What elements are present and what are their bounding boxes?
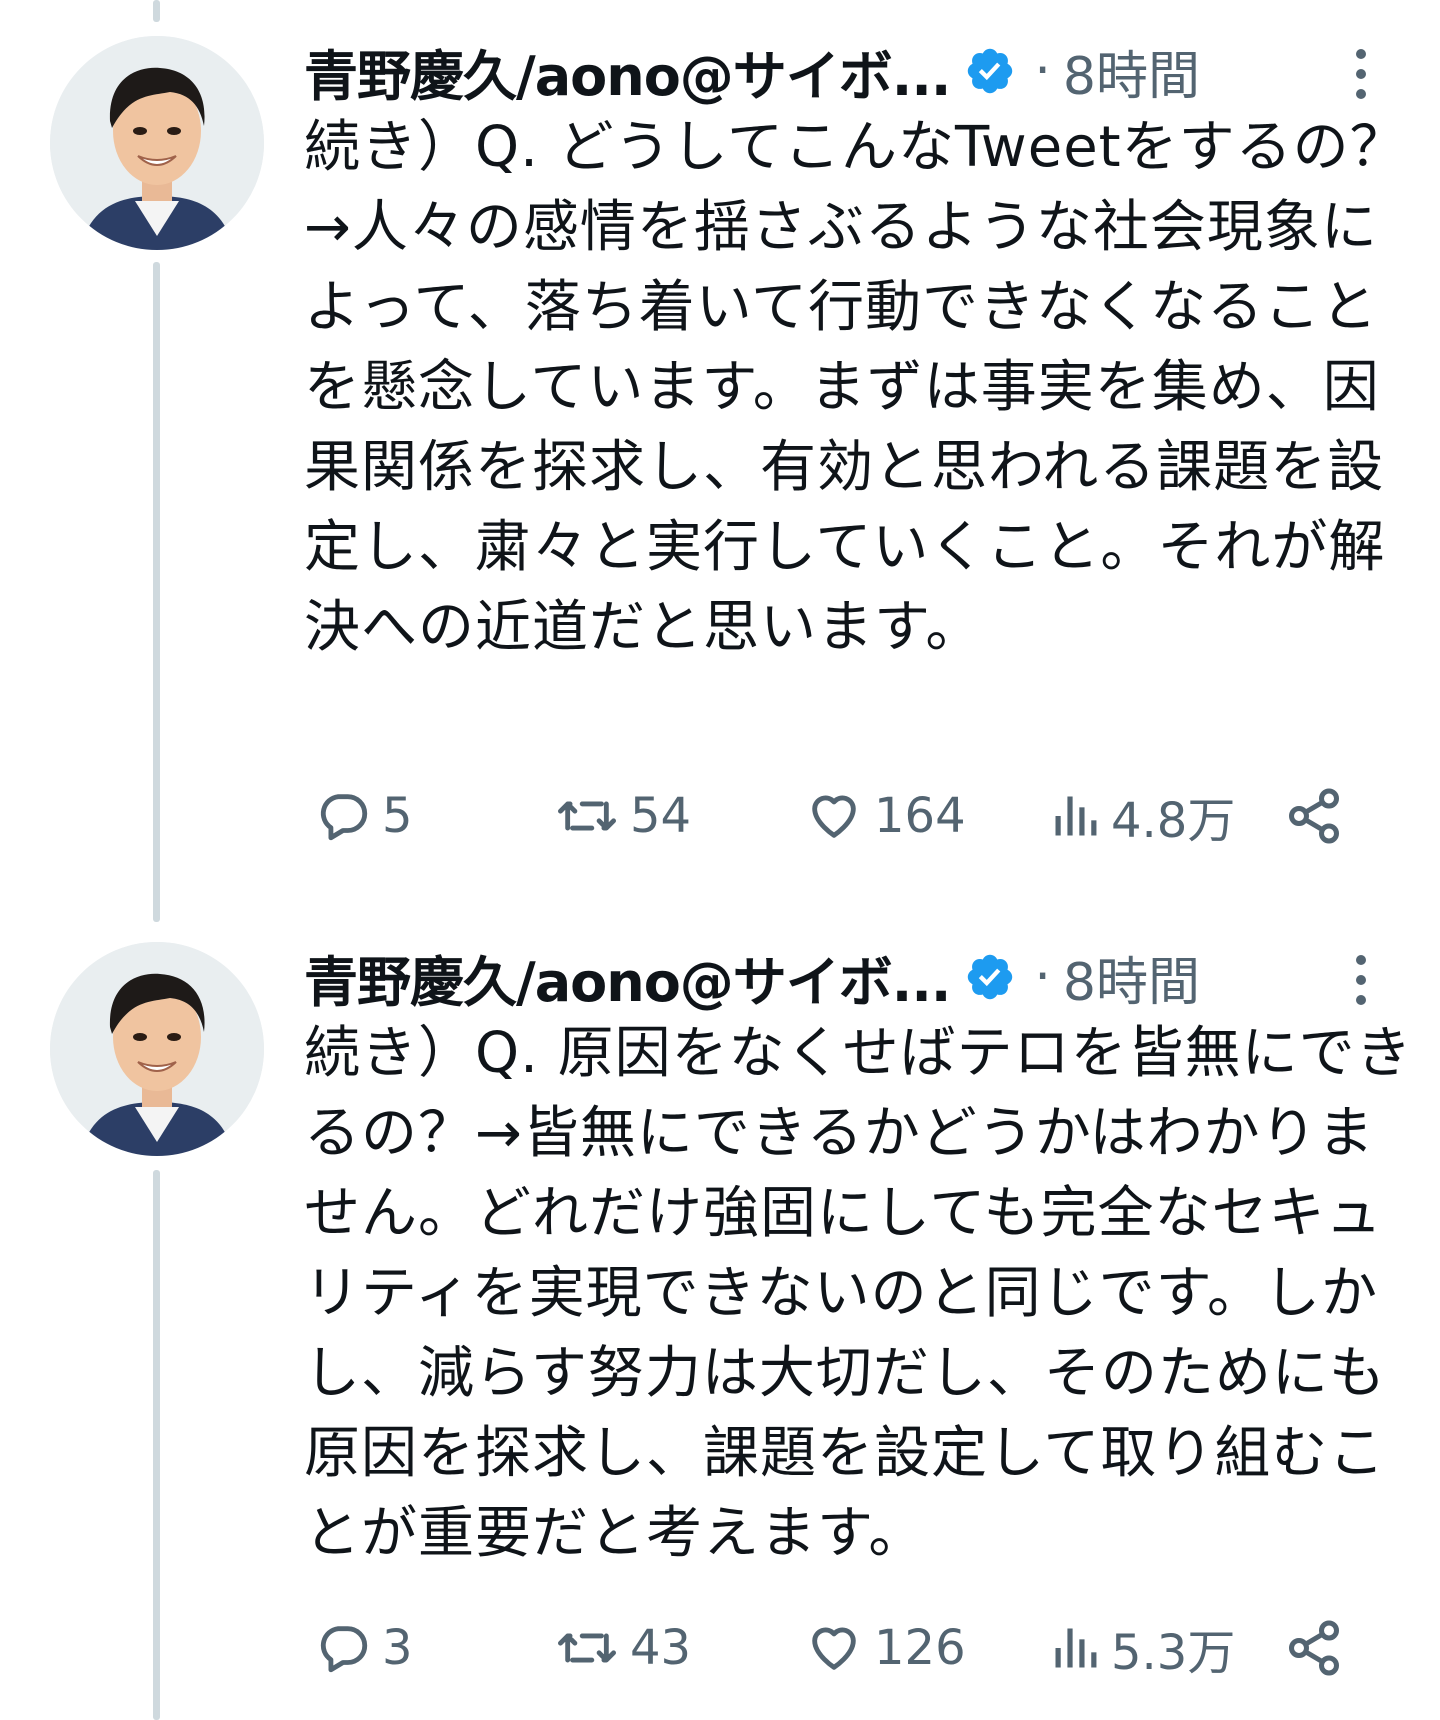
reply-icon [320,1626,368,1673]
reply-button[interactable]: 3 [314,1608,413,1688]
tweet-text: 続き）Q. どうしてこんなTweetをするの？→人々の感情を揺さぶるような社会現… [304,115,1407,660]
separator-dot: · [1034,947,1051,1007]
avatar[interactable] [50,942,264,1156]
retweet-button[interactable]: 54 [554,776,691,856]
display-name[interactable]: 青野慶久/aono@サイボ... [304,32,951,111]
tweet[interactable]: 青野慶久/aono@サイボ... · 8時間 続き）Q. どうしてこんなTwee… [0,36,1440,866]
avatar-image [50,942,264,1156]
tweet-text: 続き）Q. 原因をなくせばテロを皆無にできるの？→皆無にできるかどうかはわかりま… [304,1021,1413,1566]
verified-badge-icon [964,951,1016,1003]
views-count: 5.3万 [1111,1625,1236,1681]
heart-icon [812,795,856,838]
like-count: 126 [874,1620,966,1676]
views-count: 4.8万 [1111,793,1236,849]
avatar-image [50,36,264,250]
tweet[interactable]: 青野慶久/aono@サイボ... · 8時間 続き）Q. 原因をなくせばテロを皆… [0,942,1440,1720]
tweet-header: 青野慶久/aono@サイボ... · 8時間 [304,940,1404,1015]
verified-badge-icon [964,45,1016,97]
action-bar: 3 43 126 5.3万 [304,1608,1414,1688]
display-name[interactable]: 青野慶久/aono@サイボ... [304,938,951,1017]
share-icon [1289,788,1339,844]
heart-icon [812,1627,856,1670]
avatar[interactable] [50,36,264,250]
tweet-header: 青野慶久/aono@サイボ... · 8時間 [304,34,1404,109]
more-vertical-icon[interactable] [1346,950,1376,1010]
like-count: 164 [874,788,966,844]
share-button[interactable] [1284,1608,1344,1688]
views-button[interactable]: 4.8万 [1049,776,1235,856]
thread-line-top [153,0,160,22]
timestamp[interactable]: 8時間 [1063,34,1200,109]
separator-dot: · [1034,41,1051,101]
like-button[interactable]: 126 [804,1608,966,1688]
share-button[interactable] [1284,776,1344,856]
timestamp[interactable]: 8時間 [1063,940,1200,1015]
reply-count: 5 [382,788,413,844]
views-bar-chart-icon [1055,1628,1097,1668]
retweet-icon [558,1633,616,1663]
reply-button[interactable]: 5 [314,776,413,856]
retweet-count: 54 [630,788,692,844]
like-button[interactable]: 164 [804,776,966,856]
more-vertical-icon[interactable] [1346,44,1376,104]
retweet-count: 43 [630,1620,692,1676]
views-bar-chart-icon [1055,796,1097,836]
share-icon [1289,1620,1339,1676]
reply-icon [320,794,368,841]
action-bar: 5 54 164 4.8万 [304,776,1414,856]
retweet-icon [558,801,616,831]
views-button[interactable]: 5.3万 [1049,1608,1235,1688]
retweet-button[interactable]: 43 [554,1608,691,1688]
reply-count: 3 [382,1620,413,1676]
